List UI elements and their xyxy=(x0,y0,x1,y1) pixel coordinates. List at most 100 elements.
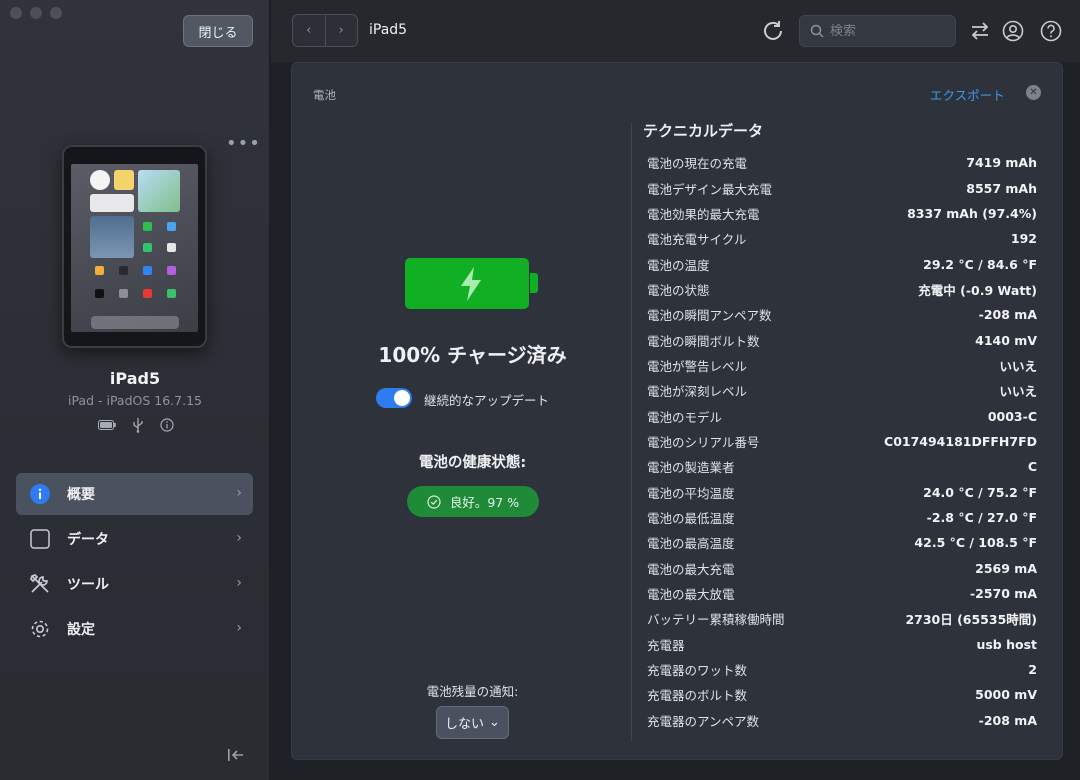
sidebar-item-data[interactable]: データ › xyxy=(16,518,253,560)
health-value: 良好。97 % xyxy=(449,495,520,510)
toolbar: ‹ › iPad5 xyxy=(271,0,1080,62)
sidebar-item-tools[interactable]: ツール › xyxy=(16,563,253,605)
table-row: 電池の状態 充電中 (-0.9 Watt) xyxy=(647,277,1037,302)
table-row: 電池が警告レベル いいえ xyxy=(647,353,1037,378)
row-label: 電池の瞬間ボルト数 xyxy=(647,333,760,349)
table-row: バッテリー累積稼働時間 2730日 (65535時間) xyxy=(647,606,1037,631)
tech-data-table: 電池の現在の充電 7419 mAh 電池デザイン最大充電 8557 mAh 電池効果的最… xyxy=(647,150,1037,733)
search-box[interactable] xyxy=(799,15,956,47)
table-row: 電池の最低温度 -2.8 °C / 27.0 °F xyxy=(647,505,1037,530)
table-row: 電池の最高温度 42.5 °C / 108.5 °F xyxy=(647,530,1037,555)
close-icon[interactable]: ✕ xyxy=(1026,85,1041,100)
table-row: 電池の瞬間ボルト数 4140 mV xyxy=(647,327,1037,352)
row-label: 充電器 xyxy=(647,637,685,653)
export-link[interactable]: エクスポート xyxy=(930,85,1005,104)
row-value: -208 mA xyxy=(978,712,1037,728)
sidebar-item-label: データ xyxy=(67,532,109,548)
row-value: 2730日 (65535時間) xyxy=(905,612,1037,628)
row-label: 充電器のアンペア数 xyxy=(647,713,760,729)
row-value: usb host xyxy=(976,636,1037,652)
chevron-right-icon: › xyxy=(236,530,242,546)
help-icon[interactable] xyxy=(1040,20,1062,46)
row-value: 8337 mAh (97.4%) xyxy=(907,205,1037,221)
square-icon xyxy=(29,528,51,550)
battery-terminal xyxy=(530,273,538,293)
window-controls xyxy=(10,7,62,19)
history-nav: ‹ › xyxy=(292,14,358,47)
notify-select[interactable]: しない ⌄ xyxy=(436,706,509,739)
info-circle-icon[interactable] xyxy=(160,418,174,432)
row-value: 4140 mV xyxy=(975,332,1037,348)
row-label: 電池の現在の充電 xyxy=(647,156,748,172)
chevron-down-icon: ⌄ xyxy=(489,715,500,730)
row-value: 0003-C xyxy=(987,408,1037,424)
search-input[interactable] xyxy=(830,23,945,39)
row-label: 電池の最大充電 xyxy=(647,561,735,577)
table-row: 電池が深刻レベル いいえ xyxy=(647,378,1037,403)
row-value: 24.0 °C / 75.2 °F xyxy=(923,484,1037,500)
sidebar-item-label: 設定 xyxy=(67,622,95,638)
table-row: 電池のシリアル番号 C017494181DFFH7FD xyxy=(647,429,1037,454)
row-label: 電池充電サイクル xyxy=(647,232,747,248)
sidebar-item-label: ツール xyxy=(67,577,109,593)
row-value: -2.8 °C / 27.0 °F xyxy=(926,509,1037,525)
row-value: いいえ xyxy=(999,384,1037,400)
row-label: 電池が警告レベル xyxy=(647,358,748,374)
window-zoom-dot[interactable] xyxy=(50,7,62,19)
sidebar-item-overview[interactable]: 概要 › xyxy=(16,473,253,515)
table-row: 電池デザイン最大充電 8557 mAh xyxy=(647,175,1037,200)
row-label: バッテリー累積稼働時間 xyxy=(647,612,785,628)
row-label: 電池の最高温度 xyxy=(647,536,735,552)
forward-button[interactable]: › xyxy=(326,15,358,46)
page-title: iPad5 xyxy=(369,22,408,38)
refresh-icon[interactable] xyxy=(761,19,785,47)
row-label: 電池効果的最大充電 xyxy=(647,206,760,222)
row-label: 電池の瞬間アンペア数 xyxy=(647,308,772,324)
device-dock xyxy=(91,316,179,329)
toggle-label: 継続的なアップデート xyxy=(424,393,550,408)
collapse-sidebar-icon[interactable] xyxy=(227,747,245,767)
row-value: 8557 mAh xyxy=(966,180,1037,196)
close-button[interactable]: 閉じる xyxy=(183,15,253,47)
sidebar-nav: 概要 › データ › ツール › 設定 › xyxy=(16,473,253,653)
row-value: いいえ xyxy=(999,358,1037,374)
device-screen xyxy=(71,164,198,332)
row-label: 電池の最大放電 xyxy=(647,587,735,603)
table-row: 充電器のボルト数 5000 mV xyxy=(647,682,1037,707)
usb-icon xyxy=(133,418,143,433)
continuous-update-toggle[interactable] xyxy=(376,388,412,408)
row-value: 5000 mV xyxy=(975,687,1037,703)
gear-icon xyxy=(29,618,51,640)
panel-title: 電池 xyxy=(313,88,336,102)
row-label: 充電器のワット数 xyxy=(647,663,748,679)
window-minimize-dot[interactable] xyxy=(30,7,42,19)
notify-value: しない xyxy=(445,717,485,732)
chevron-right-icon: › xyxy=(236,485,242,501)
row-value: 2 xyxy=(1028,662,1037,678)
battery-icon xyxy=(98,420,116,430)
more-options-icon[interactable]: ••• xyxy=(226,135,261,153)
account-icon[interactable] xyxy=(1002,20,1024,46)
row-label: 電池が深刻レベル xyxy=(647,384,748,400)
divider xyxy=(631,123,632,741)
charge-status: 100% チャージ済み xyxy=(378,343,567,367)
table-row: 電池の瞬間アンペア数 -208 mA xyxy=(647,302,1037,327)
row-value: 2569 mA xyxy=(975,560,1037,576)
window-close-dot[interactable] xyxy=(10,7,22,19)
sidebar-item-settings[interactable]: 設定 › xyxy=(16,608,253,650)
table-row: 電池の平均温度 24.0 °C / 75.2 °F xyxy=(647,479,1037,504)
row-value: -208 mA xyxy=(978,307,1037,323)
row-label: 電池の温度 xyxy=(647,257,710,273)
battery-panel: 電池 エクスポート ✕ 100% チャージ済み 継続的なアップデート 電池の健康… xyxy=(291,62,1063,760)
table-row: 電池の最大充電 2569 mA xyxy=(647,556,1037,581)
row-value: C017494181DFFH7FD xyxy=(884,433,1037,449)
table-row: 電池の製造業者 C xyxy=(647,454,1037,479)
back-button[interactable]: ‹ xyxy=(293,15,326,46)
device-name: iPad5 xyxy=(109,369,161,388)
transfer-icon[interactable] xyxy=(969,20,991,46)
row-value: C xyxy=(1027,459,1037,475)
row-value: 192 xyxy=(1010,231,1037,247)
row-label: 充電器のボルト数 xyxy=(647,688,748,704)
info-icon xyxy=(29,483,51,505)
notify-label: 電池残量の通知: xyxy=(426,684,519,699)
